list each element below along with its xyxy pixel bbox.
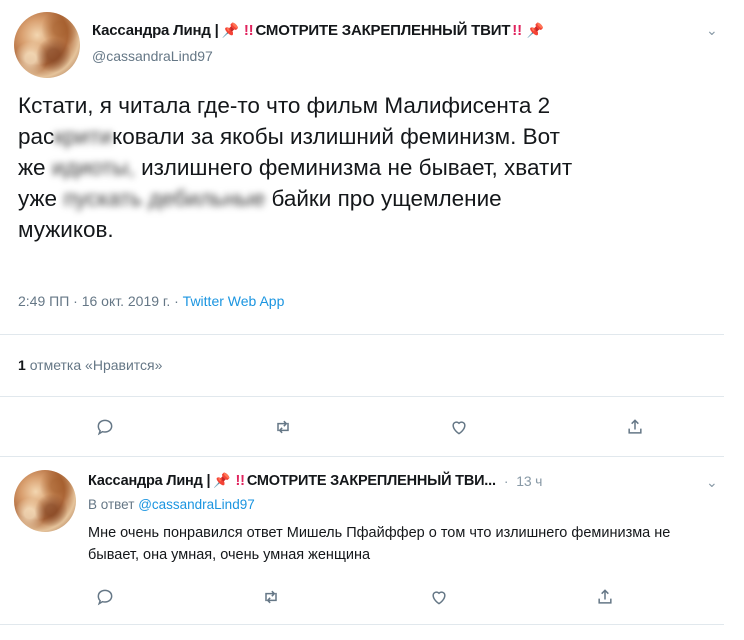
author-name[interactable]: Кассандра Линд | bbox=[92, 22, 219, 39]
share-icon[interactable] bbox=[622, 414, 648, 440]
blurred-word: крити bbox=[54, 124, 113, 149]
tweet-time[interactable]: 2:49 ПП bbox=[18, 293, 69, 309]
divider bbox=[0, 456, 724, 457]
tweet-line: мужиков. bbox=[18, 217, 114, 242]
tweet-line: Кстати, я читала где-то что фильм Малифи… bbox=[18, 93, 551, 118]
tweet-author-row: Кассандра Линд | 📌 !! СМОТРИТЕ ЗАКРЕПЛЕН… bbox=[92, 22, 547, 39]
exclamation-mark: !! bbox=[512, 22, 522, 39]
reply-icon[interactable] bbox=[92, 584, 118, 610]
pinned-label: СМОТРИТЕ ЗАКРЕПЛЕННЫЙ ТВИТ bbox=[255, 22, 511, 39]
tweet-source-app[interactable]: Twitter Web App bbox=[183, 293, 285, 309]
chevron-down-icon[interactable]: ⌄ bbox=[706, 474, 718, 491]
reply-to-label: В ответ @cassandraLind97 bbox=[88, 497, 255, 512]
divider bbox=[0, 396, 724, 397]
reply-text: Мне очень понравился ответ Мишель Пфайфф… bbox=[88, 525, 671, 563]
reply-to-handle[interactable]: @cassandraLind97 bbox=[138, 497, 255, 512]
reply-time[interactable]: 13 ч bbox=[516, 473, 542, 489]
reply-author-row: Кассандра Линд | 📌 !! СМОТРИТЕ ЗАКРЕПЛЕН… bbox=[88, 472, 542, 489]
likes-count[interactable]: 1 отметка «Нравится» bbox=[18, 357, 162, 373]
tweet-text: Кстати, я читала где-то что фильм Малифи… bbox=[18, 90, 718, 245]
exclamation-mark: !! bbox=[243, 22, 254, 39]
share-icon[interactable] bbox=[592, 584, 618, 610]
exclamation-mark: !! bbox=[235, 472, 245, 489]
tweet-line: уже пускать дебильные байки про ущемлени… bbox=[18, 186, 502, 211]
reply-time-sep: · bbox=[503, 472, 509, 489]
tweet-line: же идиоты, излишнего феминизма не бывает… bbox=[18, 155, 573, 180]
author-name[interactable]: Кассандра Линд | bbox=[88, 473, 211, 489]
reply-icon[interactable] bbox=[92, 414, 118, 440]
retweet-icon[interactable] bbox=[270, 414, 296, 440]
pin-icon: 📌 bbox=[526, 22, 545, 38]
heart-icon[interactable] bbox=[426, 584, 452, 610]
avatar[interactable] bbox=[14, 470, 76, 532]
tweet-meta: 2:49 ПП · 16 окт. 2019 г. · Twitter Web … bbox=[18, 293, 285, 309]
tweet-line: раскритиковали за якобы излишний феминиз… bbox=[18, 124, 560, 149]
pin-icon: 📌 bbox=[221, 22, 239, 38]
pin-icon: 📌 bbox=[213, 472, 231, 488]
retweet-icon[interactable] bbox=[258, 584, 284, 610]
blurred-word: пускать дебильные bbox=[63, 186, 266, 211]
avatar[interactable] bbox=[14, 12, 80, 78]
tweet-date[interactable]: 16 окт. 2019 г. bbox=[82, 293, 171, 309]
heart-icon[interactable] bbox=[446, 414, 472, 440]
pinned-label: СМОТРИТЕ ЗАКРЕПЛЕННЫЙ ТВИ... bbox=[246, 472, 496, 489]
blurred-word: идиоты, bbox=[51, 155, 135, 180]
divider bbox=[0, 334, 724, 335]
chevron-down-icon[interactable]: ⌄ bbox=[706, 22, 718, 39]
author-handle[interactable]: @cassandraLind97 bbox=[92, 48, 213, 64]
divider bbox=[0, 624, 724, 625]
